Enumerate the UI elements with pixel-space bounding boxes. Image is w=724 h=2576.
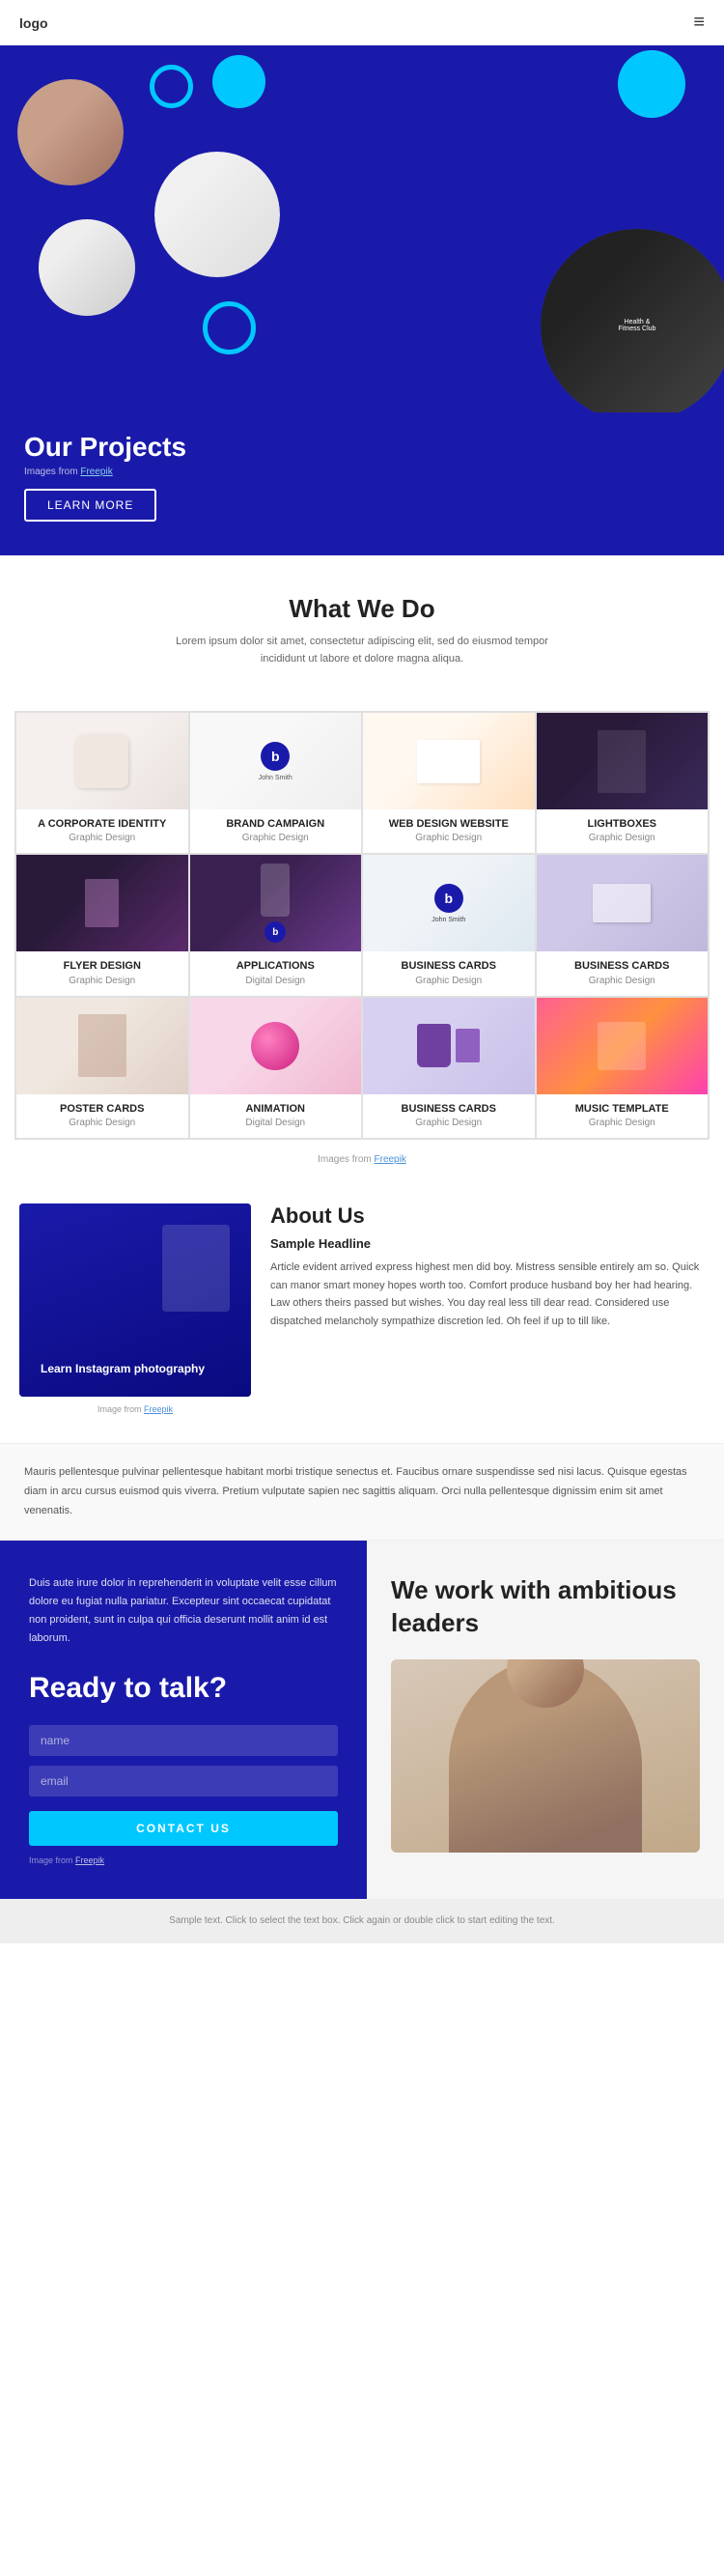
portfolio-item[interactable]: LIGHTBOXES Graphic Design [536,712,710,854]
portfolio-item[interactable]: A CORPORATE IDENTITY Graphic Design [15,712,189,854]
portfolio-name: FLYER DESIGN [24,959,181,973]
portfolio-name: BRAND CAMPAIGN [198,817,354,831]
portfolio-item[interactable]: FLYER DESIGN Graphic Design [15,854,189,996]
portfolio-category: Graphic Design [544,976,701,986]
portfolio-item[interactable]: WEB DESIGN WEBSITE Graphic Design [362,712,536,854]
portfolio-name: BUSINESS CARDS [371,1102,527,1116]
portfolio-item[interactable]: b John Smith BRAND CAMPAIGN Graphic Desi… [189,712,363,854]
text-block: Mauris pellentesque pulvinar pellentesqu… [0,1443,724,1541]
circle-ring-2 [203,301,256,354]
portfolio-item[interactable]: ANIMATION Digital Design [189,997,363,1139]
portfolio-name: BUSINESS CARDS [544,959,701,973]
contact-us-button[interactable]: CONTACT US [29,1811,338,1846]
hero-section: Health &Fitness Club [0,45,724,412]
ready-title: Ready to talk? [29,1671,338,1706]
about-image-caption: Image from Freepik [19,1404,251,1414]
hero-phone-circle [39,219,135,316]
portfolio-name: MUSIC TEMPLATE [544,1102,701,1116]
bottom-right: We work with ambitious leaders [367,1541,724,1899]
portfolio-thumb [16,713,188,809]
portfolio-thumb [537,998,709,1094]
hero-laptop-circle [154,152,280,277]
portfolio-name: POSTER CARDS [24,1102,181,1116]
name-input[interactable] [29,1725,338,1756]
health-club-text: Health &Fitness Club [619,319,656,332]
site-header: logo ≡ [0,0,724,45]
portfolio-thumb [537,855,709,951]
portfolio-category: Graphic Design [24,976,181,986]
portfolio-name: A CORPORATE IDENTITY [24,817,181,831]
about-section: Learn Instagram photography Image from F… [0,1175,724,1443]
person-card [391,1659,700,1853]
circle-fill-2 [618,50,685,118]
ambitious-title: We work with ambitious leaders [391,1574,700,1640]
portfolio-name: APPLICATIONS [198,959,354,973]
portfolio-category: Graphic Design [198,833,354,843]
bottom-left: Duis aute irure dolor in reprehenderit i… [0,1541,367,1899]
about-headline: Sample Headline [270,1236,705,1251]
portfolio-thumb [537,713,709,809]
portfolio-item[interactable]: b John Smith BUSINESS CARDS Graphic Desi… [362,854,536,996]
portfolio-info: A CORPORATE IDENTITY Graphic Design [16,809,188,853]
text-block-content: Mauris pellentesque pulvinar pellentesqu… [24,1463,700,1520]
portfolio-name: BUSINESS CARDS [371,959,527,973]
portfolio-name: ANIMATION [198,1102,354,1116]
about-title: About Us [270,1203,705,1229]
portfolio-category: Graphic Design [371,1118,527,1128]
portfolio-category: Graphic Design [544,1118,701,1128]
hero-health-circle: Health &Fitness Club [541,229,724,412]
footer-note: Sample text. Click to select the text bo… [0,1899,724,1943]
portfolio-name: LIGHTBOXES [544,817,701,831]
about-img-title: Learn Instagram photography [41,1362,230,1375]
about-content: About Us Sample Headline Article evident… [270,1203,705,1331]
what-we-do-description: Lorem ipsum dolor sit amet, consectetur … [159,634,565,667]
circle-fill-1 [212,55,265,108]
portfolio-thumb [363,713,535,809]
portfolio-thumb [16,855,188,951]
portfolio-thumb [363,998,535,1094]
portfolio-thumb: b John Smith [363,855,535,951]
bottom-image-caption: Image from Freepik [29,1855,338,1865]
portfolio-item[interactable]: BUSINESS CARDS Graphic Design [362,997,536,1139]
bottom-section: Duis aute irure dolor in reprehenderit i… [0,1541,724,1899]
about-text: Article evident arrived express highest … [270,1259,705,1331]
portfolio-item[interactable]: BUSINESS CARDS Graphic Design [536,854,710,996]
footer-text: Sample text. Click to select the text bo… [19,1913,705,1929]
portfolio-thumb: b John Smith [190,713,362,809]
projects-subtitle: Images from Freepik [24,467,700,477]
portfolio-name: WEB DESIGN WEBSITE [371,817,527,831]
learn-more-button[interactable]: LEARN MORE [24,489,156,522]
portfolio-category: Graphic Design [371,833,527,843]
portfolio-thumb [190,998,362,1094]
our-projects-section: Our Projects Images from Freepik LEARN M… [0,412,724,555]
portfolio-item[interactable]: MUSIC TEMPLATE Graphic Design [536,997,710,1139]
portfolio-thumb [16,998,188,1094]
images-from-note: Images from Freepik [0,1154,724,1165]
portfolio-grid: A CORPORATE IDENTITY Graphic Design b Jo… [14,711,710,1140]
portfolio-category: Graphic Design [544,833,701,843]
portfolio-category: Digital Design [198,1118,354,1128]
portfolio-item[interactable]: POSTER CARDS Graphic Design [15,997,189,1139]
portfolio-category: Graphic Design [371,976,527,986]
about-image-container: Learn Instagram photography Image from F… [19,1203,251,1414]
hero-person-circle [17,79,124,185]
bottom-lead-text: Duis aute irure dolor in reprehenderit i… [29,1574,338,1647]
portfolio-item[interactable]: b APPLICATIONS Digital Design [189,854,363,996]
hamburger-icon[interactable]: ≡ [693,12,705,34]
projects-title: Our Projects [24,432,700,463]
email-input[interactable] [29,1766,338,1797]
logo: logo [19,15,48,31]
about-image-mock: Learn Instagram photography [19,1203,251,1397]
circle-ring-1 [150,65,193,108]
portfolio-category: Graphic Design [24,833,181,843]
what-we-do-section: What We Do Lorem ipsum dolor sit amet, c… [0,555,724,711]
portfolio-thumb: b [190,855,362,951]
portfolio-category: Graphic Design [24,1118,181,1128]
portfolio-category: Digital Design [198,976,354,986]
what-we-do-title: What We Do [24,594,700,624]
